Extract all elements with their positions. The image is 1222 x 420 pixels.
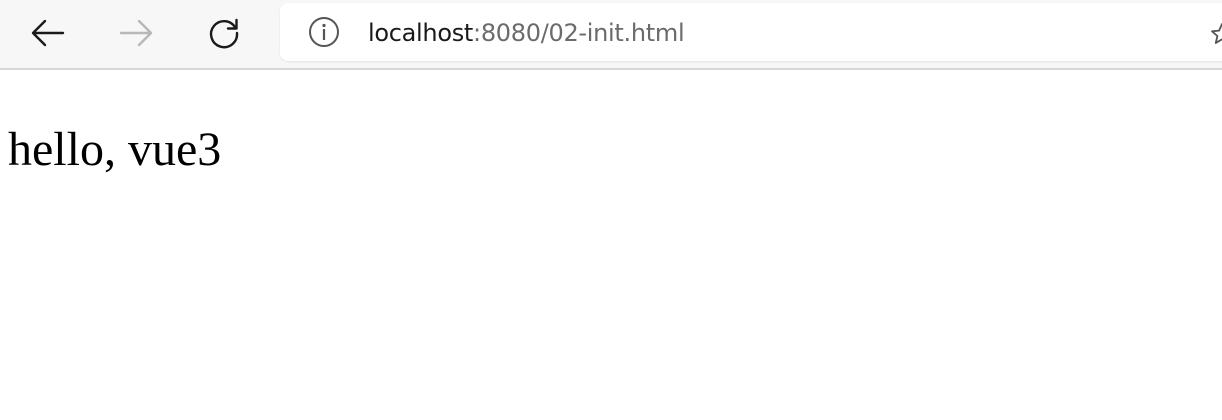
reload-icon [209, 18, 239, 49]
url-text[interactable]: localhost:8080/02-init.html [368, 17, 685, 49]
browser-toolbar: localhost:8080/02-init.html [0, 0, 1222, 70]
reload-button[interactable] [197, 8, 251, 58]
forward-button[interactable] [109, 8, 163, 58]
page-text: hello, vue3 [8, 123, 222, 176]
address-bar[interactable]: localhost:8080/02-init.html [280, 3, 1222, 61]
url-host: localhost [368, 19, 474, 47]
back-button[interactable] [21, 8, 75, 58]
page-content: hello, vue3 [0, 72, 1222, 420]
forward-arrow-icon [119, 19, 153, 47]
url-path: :8080/02-init.html [473, 19, 685, 47]
back-arrow-icon [31, 19, 65, 47]
info-icon[interactable] [308, 16, 340, 48]
favorite-star-icon[interactable] [1210, 22, 1222, 46]
